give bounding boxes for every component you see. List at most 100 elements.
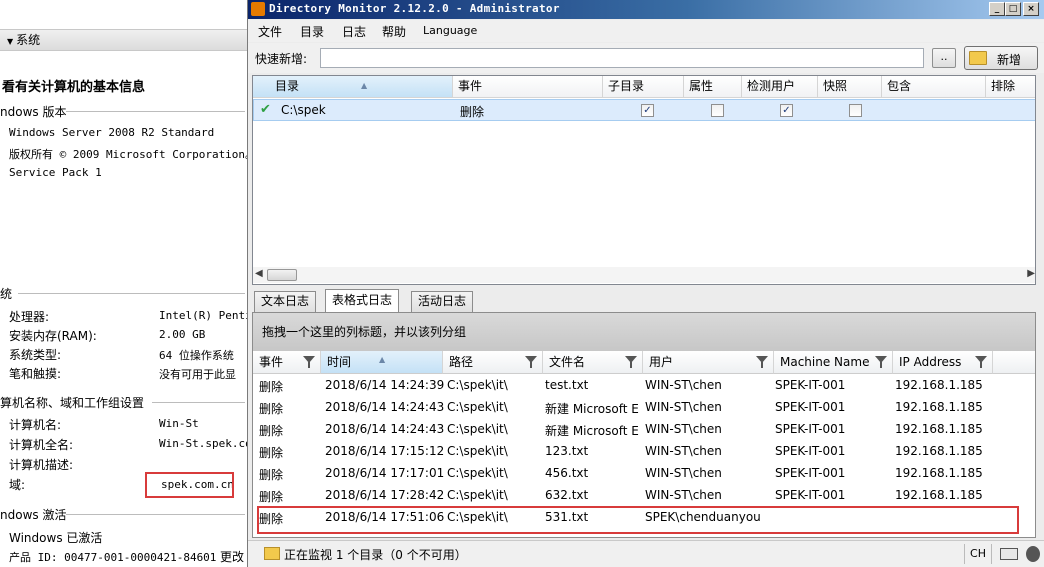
log-ip: 192.168.1.185 xyxy=(895,466,983,480)
col-log-event[interactable]: 事件 xyxy=(253,351,321,374)
title-bar[interactable]: Directory Monitor 2.12.2.0 - Administrat… xyxy=(248,0,1044,19)
log-path: C:\spek\it\ xyxy=(447,488,508,502)
log-table-row[interactable]: 删除 2018/6/14 14:24:43 C:\spek\it\ 新建 Micros… xyxy=(253,397,1035,419)
log-filename: 123.txt xyxy=(545,444,589,458)
col-log-user[interactable]: 用户 xyxy=(643,351,774,374)
log-time: 2018/6/14 17:28:42 xyxy=(325,488,445,502)
log-user: WIN-ST\chen xyxy=(645,400,722,414)
filter-icon[interactable] xyxy=(625,356,637,368)
processor-label: 处理器: xyxy=(9,310,50,324)
log-user: WIN-ST\chen xyxy=(645,466,722,480)
subdirectory-checkbox[interactable]: ✓ xyxy=(641,104,654,117)
col-snapshot[interactable]: 快照 xyxy=(818,76,882,98)
col-log-time[interactable]: 时间 ▲ xyxy=(321,351,443,374)
log-table-row[interactable]: 删除 2018/6/14 17:28:42 C:\spek\it\ 632.txt WI… xyxy=(253,485,1035,507)
tab-activity-log[interactable]: 活动日志 xyxy=(411,291,474,312)
group-by-area[interactable]: 拖拽一个这里的列标题，并以该列分组 xyxy=(253,313,1035,351)
directory-path: C:\spek xyxy=(281,103,326,117)
attributes-checkbox[interactable] xyxy=(711,104,724,117)
collapse-arrow-icon[interactable]: ▼ xyxy=(7,37,13,46)
log-user: WIN-ST\chen xyxy=(645,444,722,458)
log-machine: SPEK-IT-001 xyxy=(775,466,846,480)
log-event: 删除 xyxy=(259,424,284,438)
filter-icon[interactable] xyxy=(303,356,315,368)
windows-edition-name: Windows Server 2008 R2 Standard xyxy=(9,126,215,139)
computer-name-header: 算机名称、域和工作组设置 xyxy=(0,394,247,410)
log-filename: test.txt xyxy=(545,378,589,392)
tab-text-log[interactable]: 文本日志 xyxy=(254,291,317,312)
minimize-button[interactable]: _ xyxy=(989,2,1005,16)
filter-icon[interactable] xyxy=(875,356,887,368)
directory-hscrollbar[interactable]: ◀ ▶ xyxy=(253,267,1035,283)
detect-user-checkbox[interactable]: ✓ xyxy=(780,104,793,117)
add-button[interactable]: 新增 xyxy=(964,46,1038,70)
folder-icon xyxy=(264,547,280,560)
page-heading: 看有关计算机的基本信息 xyxy=(2,80,146,95)
col-exclude[interactable]: 排除 xyxy=(986,76,1035,98)
log-table-row[interactable]: 删除 2018/6/14 17:17:01 C:\spek\it\ 456.txt WI… xyxy=(253,463,1035,485)
full-name-label: 计算机全名: xyxy=(9,438,74,452)
log-table-row[interactable]: 删除 2018/6/14 14:24:43 C:\spek\it\ 新建 Micros… xyxy=(253,419,1035,441)
col-log-filler xyxy=(993,351,1035,374)
computer-name-label: 计算机名: xyxy=(9,418,62,432)
log-user: WIN-ST\chen xyxy=(645,422,722,436)
col-directory[interactable]: 目录 ▲ xyxy=(253,76,453,98)
maximize-button[interactable]: □ xyxy=(1005,2,1021,16)
log-ip: 192.168.1.185 xyxy=(895,400,983,414)
col-event[interactable]: 事件 xyxy=(453,76,603,98)
scroll-right-icon[interactable]: ▶ xyxy=(1027,268,1035,279)
quick-add-bar: 快速新增: .. 新增 xyxy=(248,43,1044,73)
directory-row[interactable]: ✔ C:\spek 删除 ✓ ✓ xyxy=(253,99,1035,121)
menu-help[interactable]: 帮助 xyxy=(382,23,406,40)
full-name-value: Win-St.spek.co xyxy=(159,437,247,450)
status-ok-icon: ✔ xyxy=(260,102,271,117)
filter-icon[interactable] xyxy=(756,356,768,368)
system-section-label: 系统 xyxy=(16,33,41,47)
input-language-indicator[interactable]: CH xyxy=(964,544,992,564)
quick-add-input[interactable] xyxy=(320,48,924,68)
tab-table-log[interactable]: 表格式日志 xyxy=(325,289,400,312)
col-attributes[interactable]: 属性 xyxy=(684,76,742,98)
col-include[interactable]: 包含 xyxy=(882,76,986,98)
menu-directory[interactable]: 目录 xyxy=(300,23,324,40)
domain-highlight-box xyxy=(145,472,234,498)
log-filename: 632.txt xyxy=(545,488,589,502)
last-row-highlight-box xyxy=(257,506,1019,534)
menu-log[interactable]: 日志 xyxy=(342,23,366,40)
log-path: C:\spek\it\ xyxy=(447,400,508,414)
filter-icon[interactable] xyxy=(525,356,537,368)
keyboard-icon[interactable] xyxy=(1000,548,1018,560)
col-subdirectory[interactable]: 子目录 xyxy=(603,76,684,98)
log-table-row[interactable]: 删除 2018/6/14 17:15:12 C:\spek\it\ 123.txt WI… xyxy=(253,441,1035,463)
add-button-label: 新增 xyxy=(997,53,1022,67)
col-log-ip[interactable]: IP Address xyxy=(893,351,993,374)
menu-file[interactable]: 文件 xyxy=(258,23,282,40)
scroll-left-icon[interactable]: ◀ xyxy=(255,268,263,279)
snapshot-checkbox[interactable] xyxy=(849,104,862,117)
copyright-text: 版权所有 © 2009 Microsoft Corporation。 xyxy=(9,148,247,161)
activation-header: ndows 激活 xyxy=(0,506,247,522)
log-machine: SPEK-IT-001 xyxy=(775,444,846,458)
system-header: 统 xyxy=(0,285,247,301)
menu-language[interactable]: Language xyxy=(423,24,477,37)
log-machine: SPEK-IT-001 xyxy=(775,400,846,414)
browse-button[interactable]: .. xyxy=(932,48,956,68)
log-table-row[interactable]: 删除 2018/6/14 14:24:39 C:\spek\it\ test.txt W… xyxy=(253,375,1035,397)
scroll-thumb[interactable] xyxy=(267,269,297,281)
quick-add-label: 快速新增: xyxy=(255,52,308,66)
col-detect-user[interactable]: 检测用户 xyxy=(742,76,818,98)
menu-bar: 文件 目录 日志 帮助 Language xyxy=(248,20,1044,42)
col-log-machine[interactable]: Machine Name xyxy=(774,351,893,374)
col-log-filename[interactable]: 文件名 xyxy=(543,351,643,374)
pen-touch-label: 笔和触摸: xyxy=(9,367,62,381)
close-button[interactable]: × xyxy=(1023,2,1039,16)
log-event: 删除 xyxy=(259,468,284,482)
log-event: 删除 xyxy=(259,490,284,504)
sort-ascending-icon: ▲ xyxy=(361,81,368,90)
change-product-key-link[interactable]: 更改 xyxy=(220,548,244,565)
microphone-icon[interactable] xyxy=(1026,546,1040,562)
col-log-path[interactable]: 路径 xyxy=(443,351,543,374)
log-user: WIN-ST\chen xyxy=(645,488,722,502)
filter-icon[interactable] xyxy=(975,356,987,368)
system-section-header[interactable]: ▼ 系统 xyxy=(0,29,247,51)
